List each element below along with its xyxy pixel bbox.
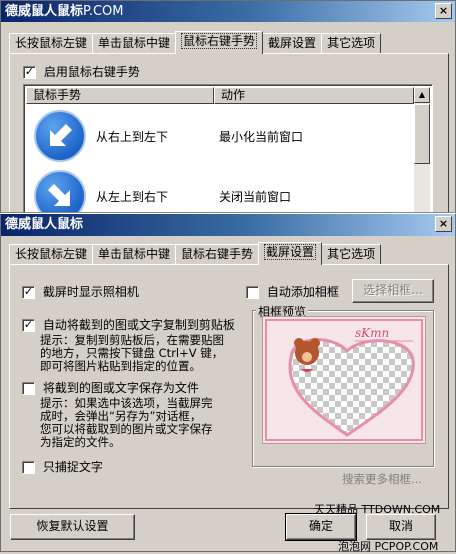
screenshot-tab-panel <box>9 264 449 509</box>
arrow-down-left-icon <box>34 110 86 162</box>
gesture-list[interactable]: 鼠标手势 动作 从右上到左下 最小化当前窗口 从左上到右下 关闭当前窗口 ▲ <box>23 84 433 224</box>
gesture-text: 从右上到左下 <box>96 130 169 144</box>
front-window-titlebar[interactable]: 德威鼠人鼠标 × <box>1 214 455 236</box>
scroll-up-icon[interactable]: ▲ <box>414 87 430 103</box>
gesture-list-scrollbar[interactable]: ▲ <box>414 87 430 221</box>
front-window-title: 德威鼠人鼠标 <box>5 217 84 232</box>
back-tab-left-hold[interactable]: 长按鼠标左键 <box>9 33 94 53</box>
tab-other[interactable]: 其它选项 <box>321 244 382 264</box>
front-tab-strip: 长按鼠标左键 单击鼠标中键 鼠标右键手势 截屏设置 其它选项 <box>9 242 382 265</box>
close-icon[interactable]: × <box>435 3 452 19</box>
back-tab-strip: 长按鼠标左键 单击鼠标中键 鼠标右键手势 截屏设置 其它选项 <box>9 31 382 54</box>
column-action[interactable]: 动作 <box>214 87 414 104</box>
column-gesture[interactable]: 鼠标手势 <box>26 87 214 104</box>
enable-gesture-label: 启用鼠标右键手势 <box>43 65 140 79</box>
tab-left-hold[interactable]: 长按鼠标左键 <box>9 244 94 264</box>
tab-right-gesture[interactable]: 鼠标右键手势 <box>175 244 260 264</box>
enable-gesture-check-icon[interactable]: ✓ <box>23 66 36 79</box>
enable-gesture-checkbox[interactable]: ✓ 启用鼠标右键手势 <box>23 63 140 80</box>
back-window: 德威鼠人鼠标P.COM × 长按鼠标左键 单击鼠标中键 鼠标右键手势 截屏设置 … <box>0 0 456 227</box>
close-icon[interactable]: × <box>435 216 452 232</box>
gesture-text: 从左上到右下 <box>96 190 169 204</box>
tab-middle-click[interactable]: 单击鼠标中键 <box>92 244 177 264</box>
back-window-titlebar[interactable]: 德威鼠人鼠标P.COM × <box>1 1 455 22</box>
back-window-title-overlay: P.COM <box>83 4 124 19</box>
back-tab-middle-click[interactable]: 单击鼠标中键 <box>92 33 177 53</box>
front-window: 德威鼠人鼠标 × 长按鼠标左键 单击鼠标中键 鼠标右键手势 截屏设置 其它选项 <box>0 213 456 552</box>
back-tab-other[interactable]: 其它选项 <box>321 33 382 53</box>
action-text: 最小化当前窗口 <box>219 130 304 144</box>
scroll-thumb[interactable] <box>414 104 430 164</box>
list-item[interactable]: 从右上到左下 最小化当前窗口 <box>26 105 416 163</box>
back-window-title: 德威鼠人鼠标 <box>5 4 84 19</box>
back-tab-right-gesture[interactable]: 鼠标右键手势 <box>175 31 264 54</box>
back-tab-screenshot[interactable]: 截屏设置 <box>262 33 323 53</box>
tab-screenshot[interactable]: 截屏设置 <box>258 242 323 265</box>
gesture-list-header: 鼠标手势 动作 <box>26 87 414 104</box>
action-text: 关闭当前窗口 <box>219 190 292 204</box>
